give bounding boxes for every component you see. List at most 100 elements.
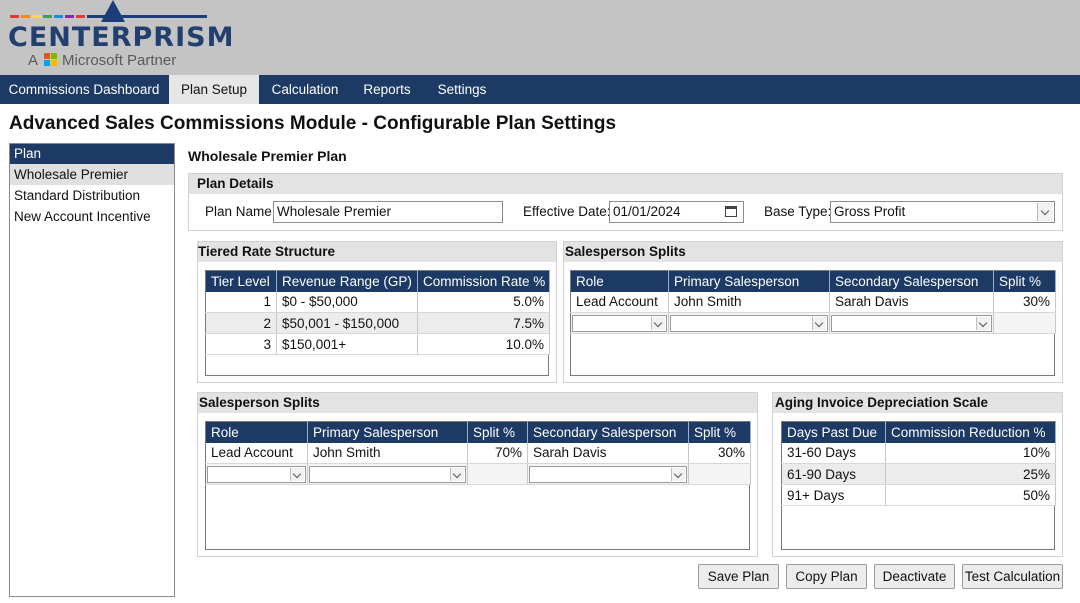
tiered-rate-panel: Tiered Rate Structure Tier Level Revenue… — [197, 241, 557, 383]
role-dropdown[interactable] — [572, 314, 667, 332]
aging-scale-panel: Aging Invoice Depreciation Scale Days Pa… — [772, 392, 1063, 557]
tier-range-cell[interactable]: $0 - $50,000 — [276, 291, 418, 313]
tier-rate-cell[interactable]: 5.0% — [417, 291, 550, 313]
splits-top-col-secondary[interactable]: Secondary Salesperson — [829, 270, 994, 292]
plan-name-input[interactable]: Wholesale Premier — [273, 201, 503, 223]
nav-calculation[interactable]: Calculation — [260, 75, 350, 104]
nav-plan-setup[interactable]: Plan Setup — [169, 75, 259, 104]
table-row[interactable]: 61-90 Days 25% — [781, 463, 1056, 485]
table-row[interactable]: 91+ Days 50% — [781, 484, 1056, 506]
table-row[interactable]: Lead Account John Smith 70% Sarah Davis … — [205, 442, 751, 464]
table-row[interactable]: 3 $150,001+ 10.0% — [205, 333, 550, 355]
primary-salesperson-cell[interactable]: John Smith — [668, 291, 830, 313]
tier-rate-cell[interactable]: 7.5% — [417, 312, 550, 334]
tier-col-range[interactable]: Revenue Range (GP) — [276, 270, 418, 292]
tier-range-cell[interactable]: $50,001 - $150,000 — [276, 312, 418, 334]
secondary-salesperson-dropdown[interactable] — [529, 465, 687, 483]
splits-bottom-col-secondary[interactable]: Secondary Salesperson — [527, 421, 689, 443]
table-row[interactable]: Lead Account John Smith Sarah Davis 30% — [570, 291, 1056, 313]
secondary-split-empty-cell[interactable] — [688, 463, 751, 485]
tier-col-level[interactable]: Tier Level — [205, 270, 277, 292]
chevron-down-icon[interactable] — [976, 316, 990, 330]
primary-salesperson-cell[interactable]: John Smith — [307, 442, 468, 464]
primary-split-cell[interactable]: 70% — [467, 442, 528, 464]
plan-list: Plan Wholesale Premier Standard Distribu… — [9, 143, 175, 597]
split-cell[interactable]: 30% — [993, 291, 1056, 313]
splits-bottom-col-secondary-split[interactable]: Split % — [688, 421, 751, 443]
tier-level-cell[interactable]: 3 — [205, 333, 277, 355]
table-row[interactable]: 31-60 Days 10% — [781, 442, 1056, 464]
reduction-cell[interactable]: 50% — [885, 484, 1056, 506]
app-header: CENTERPRISM A Microsoft Partner — [0, 0, 1080, 75]
chevron-down-icon[interactable] — [812, 316, 826, 330]
primary-salesperson-dropdown[interactable] — [309, 465, 466, 483]
salesperson-splits-panel-bottom: Salesperson Splits Role Primary Salesper… — [197, 392, 758, 557]
plan-details-heading: Plan Details — [189, 174, 1062, 194]
chevron-down-icon[interactable] — [290, 467, 304, 481]
plan-title: Wholesale Premier Plan — [188, 148, 347, 164]
splits-top-col-primary[interactable]: Primary Salesperson — [668, 270, 830, 292]
deactivate-button[interactable]: Deactivate — [874, 564, 955, 589]
primary-split-empty-cell[interactable] — [467, 463, 528, 485]
salesperson-splits-panel-top: Salesperson Splits Role Primary Salesper… — [563, 241, 1063, 383]
role-cell[interactable]: Lead Account — [205, 442, 308, 464]
reduction-cell[interactable]: 25% — [885, 463, 1056, 485]
days-past-due-cell[interactable]: 91+ Days — [781, 484, 886, 506]
role-dropdown[interactable] — [207, 465, 306, 483]
table-row-new — [570, 312, 1056, 334]
tier-rate-cell[interactable]: 10.0% — [417, 333, 550, 355]
chevron-down-icon[interactable] — [671, 467, 685, 481]
centerprism-logo: CENTERPRISM A Microsoft Partner — [8, 0, 233, 72]
reduction-cell[interactable]: 10% — [885, 442, 1056, 464]
days-past-due-cell[interactable]: 61-90 Days — [781, 463, 886, 485]
splits-top-col-split[interactable]: Split % — [993, 270, 1056, 292]
days-past-due-cell[interactable]: 31-60 Days — [781, 442, 886, 464]
microsoft-logo-icon — [44, 53, 58, 67]
splits-top-table: Role Primary Salesperson Secondary Sales… — [570, 270, 1056, 334]
chevron-down-icon[interactable] — [651, 316, 665, 330]
tier-level-cell[interactable]: 1 — [205, 291, 277, 313]
role-cell[interactable]: Lead Account — [570, 291, 669, 313]
tier-col-rate[interactable]: Commission Rate % — [417, 270, 550, 292]
splits-top-col-role[interactable]: Role — [570, 270, 669, 292]
table-row[interactable]: 1 $0 - $50,000 5.0% — [205, 291, 550, 313]
secondary-salesperson-cell[interactable]: Sarah Davis — [829, 291, 994, 313]
secondary-salesperson-dropdown[interactable] — [831, 314, 992, 332]
base-type-value: Gross Profit — [834, 204, 906, 219]
aging-col-days[interactable]: Days Past Due — [781, 421, 886, 443]
test-calculation-button[interactable]: Test Calculation — [962, 564, 1063, 589]
chevron-down-icon[interactable] — [1037, 203, 1053, 221]
logo-color-stripes — [10, 15, 207, 19]
effective-date-input[interactable]: 01/01/2024 — [609, 201, 744, 223]
splits-bottom-col-primary[interactable]: Primary Salesperson — [307, 421, 468, 443]
aging-heading: Aging Invoice Depreciation Scale — [773, 393, 1062, 413]
tier-level-cell[interactable]: 2 — [205, 312, 277, 334]
tier-range-cell[interactable]: $150,001+ — [276, 333, 418, 355]
secondary-salesperson-cell[interactable]: Sarah Davis — [527, 442, 689, 464]
chevron-down-icon[interactable] — [450, 467, 464, 481]
plan-list-header: Plan — [10, 144, 174, 164]
nav-commissions-dashboard[interactable]: Commissions Dashboard — [0, 75, 168, 104]
split-empty-cell[interactable] — [993, 312, 1056, 334]
calendar-icon[interactable] — [725, 206, 737, 217]
copy-plan-button[interactable]: Copy Plan — [786, 564, 867, 589]
splits-bottom-heading: Salesperson Splits — [198, 393, 757, 413]
secondary-split-cell[interactable]: 30% — [688, 442, 751, 464]
plan-list-item-wholesale-premier[interactable]: Wholesale Premier — [10, 164, 174, 185]
aging-col-reduction[interactable]: Commission Reduction % — [885, 421, 1056, 443]
base-type-select[interactable]: Gross Profit — [830, 201, 1055, 223]
nav-settings[interactable]: Settings — [424, 75, 500, 104]
plan-details-panel: Plan Details Plan Name: Wholesale Premie… — [188, 173, 1063, 231]
plan-list-item-new-account-incentive[interactable]: New Account Incentive — [10, 206, 174, 227]
primary-salesperson-dropdown[interactable] — [670, 314, 828, 332]
tiered-rate-heading: Tiered Rate Structure — [198, 242, 556, 262]
plan-list-item-standard-distribution[interactable]: Standard Distribution — [10, 185, 174, 206]
aging-table: Days Past Due Commission Reduction % 31-… — [781, 421, 1056, 506]
save-plan-button[interactable]: Save Plan — [698, 564, 779, 589]
logo-partner-prefix: A — [28, 52, 39, 69]
splits-bottom-col-primary-split[interactable]: Split % — [467, 421, 528, 443]
nav-reports[interactable]: Reports — [352, 75, 422, 104]
splits-bottom-col-role[interactable]: Role — [205, 421, 308, 443]
splits-bottom-table: Role Primary Salesperson Split % Seconda… — [205, 421, 751, 485]
table-row[interactable]: 2 $50,001 - $150,000 7.5% — [205, 312, 550, 334]
